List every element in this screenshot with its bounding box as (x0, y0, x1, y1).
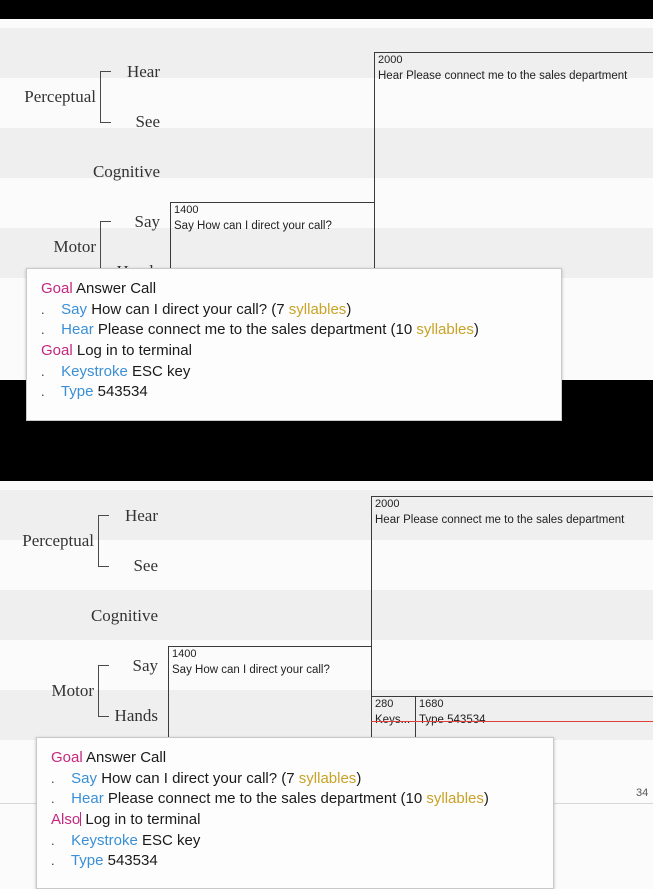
script-keyword-goal: Goal (41, 342, 73, 360)
script-box-serial: Goal Answer Call . Say How can I direct … (26, 268, 562, 421)
timeline-value-hear: 2000 (375, 498, 400, 510)
script-unit: syllables (426, 790, 484, 808)
script-keyword-keystroke: Keystroke (71, 831, 138, 849)
timeline-label-say: Say How can I direct your call? (174, 220, 332, 232)
script-keyword-also: Also (51, 811, 81, 829)
row-label-cognitive: Cognitive (90, 606, 158, 625)
script-line: . Hear Please connect me to the sales de… (41, 320, 547, 341)
script-line: . Say How can I direct your call? (7 syl… (41, 300, 547, 321)
script-box-parallel: Goal Answer Call . Say How can I direct … (36, 737, 554, 889)
text-cursor (80, 812, 82, 827)
timeline-value-say: 1400 (172, 648, 197, 660)
timeline-label-say: Say How can I direct your call? (172, 664, 330, 676)
script-line: Also Log in to terminal (51, 810, 539, 831)
script-line: . Hear Please connect me to the sales de… (51, 789, 539, 810)
script-text: ESC key (132, 362, 191, 380)
hands-red-marker (371, 721, 653, 722)
script-line: Goal Answer Call (51, 748, 539, 769)
script-keyword-type: Type (60, 383, 94, 401)
script-line: . Keystroke ESC key (41, 362, 547, 383)
script-text: ESC key (142, 831, 201, 849)
script-line: . Type 543534 (41, 382, 547, 403)
bullet-icon: . (41, 363, 45, 379)
script-unit: syllables (288, 300, 347, 318)
bullet-icon: . (51, 791, 55, 807)
script-line: . Keystroke ESC key (51, 831, 539, 852)
script-text: Answer Call (86, 749, 167, 766)
bullet-icon: . (41, 384, 45, 400)
bullet-icon: . (41, 301, 45, 317)
script-keyword-say: Say (61, 300, 88, 318)
script-line: Goal Log in to terminal (41, 341, 547, 362)
bracket-perceptual (98, 515, 109, 567)
script-keyword-goal: Goal (51, 749, 83, 766)
script-unit: syllables (416, 321, 474, 339)
script-text: Answer Call (76, 280, 157, 297)
script-keyword-hear: Hear (71, 790, 104, 808)
script-text: 543534 (107, 852, 158, 870)
timeline-value-type: 1680 (419, 698, 444, 710)
timeline-label-hear: Hear Please connect me to the sales depa… (378, 70, 628, 82)
script-tail: ) (473, 321, 479, 339)
script-line: Goal Answer Call (41, 279, 547, 300)
bullet-icon: . (51, 832, 55, 848)
script-line: . Type 543534 (51, 851, 539, 872)
timeline-label-hear: Hear Please connect me to the sales depa… (375, 514, 625, 526)
script-tail: ) (483, 790, 489, 808)
script-keyword-say: Say (71, 769, 98, 787)
script-text: Please connect me to the sales departmen… (97, 321, 417, 339)
script-line: . Say How can I direct your call? (7 syl… (51, 769, 539, 790)
timeline-label-type: Type 543534 (419, 714, 486, 726)
timeline-value-keystroke: 280 (375, 698, 394, 710)
script-text: 543534 (97, 383, 148, 401)
bracket-perceptual (100, 71, 111, 123)
bullet-icon: . (51, 853, 55, 869)
script-keyword-keystroke: Keystroke (61, 362, 128, 380)
timeline-label-keystroke: Keys... (375, 714, 411, 726)
script-keyword-hear: Hear (61, 321, 94, 339)
script-tail: ) (346, 300, 352, 318)
timeline-value-say: 1400 (174, 204, 199, 216)
bracket-motor (100, 221, 111, 273)
script-unit: syllables (298, 769, 357, 787)
script-text: Please connect me to the sales departmen… (107, 790, 427, 808)
script-text: How can I direct your call? (7 (101, 769, 299, 787)
group-label-perceptual: Perceptual (24, 87, 96, 106)
group-label-perceptual: Perceptual (22, 531, 94, 550)
script-keyword-goal: Goal (41, 280, 73, 297)
script-keyword-type: Type (70, 852, 104, 870)
bullet-icon: . (41, 322, 45, 338)
script-text: Log in to terminal (76, 342, 192, 360)
timeline-value-hear: 2000 (378, 54, 403, 66)
group-label-motor: Motor (51, 681, 95, 700)
script-text: How can I direct your call? (7 (91, 300, 289, 318)
page-number: 34 (636, 787, 649, 799)
bullet-icon: . (51, 770, 55, 786)
script-tail: ) (356, 769, 362, 787)
script-text: Log in to terminal (85, 811, 201, 829)
group-label-motor: Motor (53, 237, 97, 256)
bracket-motor (98, 665, 109, 717)
row-label-cognitive: Cognitive (92, 162, 160, 181)
